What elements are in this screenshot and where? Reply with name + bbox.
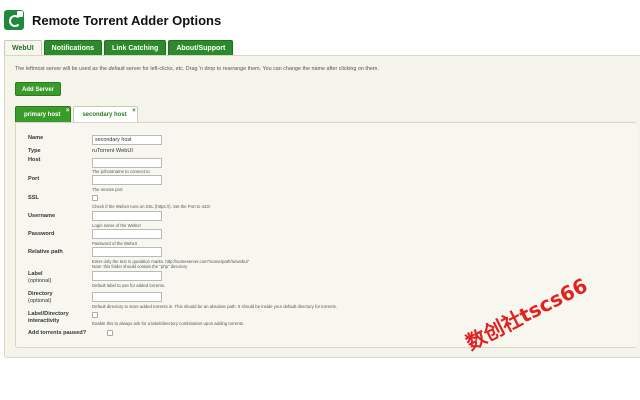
relative-path-note: Note: this folder should contain the "ph… — [92, 264, 188, 269]
name-label: Name — [28, 135, 44, 141]
intro-text: The leftmost server will be used as the … — [15, 66, 379, 72]
ssl-label: SSL — [28, 195, 39, 201]
username-hint: Login name of the WebUI — [92, 223, 141, 228]
directory-label-text: Directory — [28, 291, 53, 297]
label-hint: Default label to use for added torrents. — [92, 283, 166, 288]
add-server-button[interactable]: Add Server — [15, 82, 62, 96]
intro-text-part: server for left-clicks, etc. Drag 'n dro… — [124, 66, 379, 72]
optional-note: (optional) — [28, 278, 52, 284]
intro-text-part: The leftmost server will be used as the — [15, 66, 109, 72]
relative-path-label: Relative path — [28, 249, 63, 255]
host-hint: The ip/hostname to connect to — [92, 169, 150, 174]
optional-note: (optional) — [28, 298, 52, 304]
paused-label: Add torrents paused? — [28, 330, 87, 336]
host-label: Host — [28, 157, 41, 163]
relative-path-input[interactable] — [92, 247, 162, 257]
username-input[interactable] — [92, 211, 162, 221]
label-input[interactable] — [92, 271, 162, 281]
label-directory-label-sub: interactivity — [28, 318, 60, 324]
close-icon[interactable]: × — [66, 107, 70, 115]
label-directory-label-text: Label/Directory — [28, 311, 69, 317]
label-label: Label (optional) — [28, 271, 90, 285]
tab-notifications[interactable]: Notifications — [43, 40, 103, 55]
label-directory-label: Label/Directory interactivity — [28, 311, 90, 325]
tab-webui[interactable]: WebUI — [4, 40, 42, 55]
options-tabs: WebUI Notifications Link Catching About/… — [4, 40, 234, 55]
port-input[interactable] — [92, 175, 162, 185]
server-tab-label: secondary host — [82, 112, 127, 118]
server-tabs: primary host × secondary host × — [15, 106, 138, 122]
label-directory-checkbox[interactable] — [92, 312, 98, 318]
server-tab-secondary-host[interactable]: secondary host × — [73, 106, 138, 122]
directory-input[interactable] — [92, 292, 162, 302]
password-label: Password — [28, 231, 55, 237]
ssl-checkbox[interactable] — [92, 195, 98, 201]
username-label: Username — [28, 213, 56, 219]
port-hint: The remote port — [92, 187, 123, 192]
label-directory-hint: Enable this to always ask for a label/di… — [92, 321, 245, 326]
directory-hint: Default directory to store added torrent… — [92, 304, 337, 309]
header: Remote Torrent Adder Options — [4, 4, 221, 36]
close-icon[interactable]: × — [132, 107, 136, 115]
password-input[interactable] — [92, 229, 162, 239]
intro-text-emphasis: default — [108, 66, 125, 72]
password-hint: Password of the WebUI — [92, 241, 138, 246]
port-label: Port — [28, 176, 40, 182]
name-input[interactable] — [92, 135, 162, 145]
server-tab-label: primary host — [24, 112, 61, 118]
host-input[interactable] — [92, 158, 162, 168]
type-value: ruTorrent WebUI — [92, 148, 133, 154]
label-label-text: Label — [28, 271, 43, 277]
page-title: Remote Torrent Adder Options — [32, 12, 222, 28]
directory-label: Directory (optional) — [28, 291, 90, 305]
type-label: Type — [28, 148, 41, 154]
torrent-adder-logo-icon — [4, 10, 24, 30]
paused-checkbox[interactable] — [107, 330, 113, 336]
tab-link-catching[interactable]: Link Catching — [104, 40, 167, 55]
tab-about-support[interactable]: About/Support — [168, 40, 234, 55]
server-tab-primary-host[interactable]: primary host × — [15, 106, 72, 122]
ssl-hint: Check if the WebUI runs on SSL (https://… — [92, 204, 210, 209]
